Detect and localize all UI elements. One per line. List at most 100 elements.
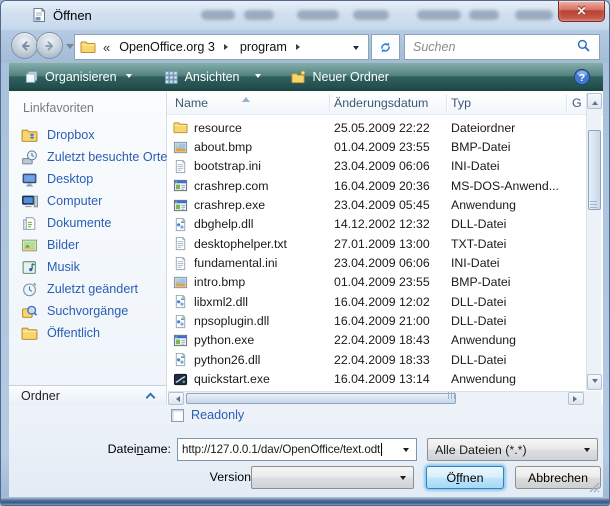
- window-bottom-edge: [1, 497, 609, 506]
- column-header-date[interactable]: Änderungsdatum: [334, 96, 428, 110]
- folder-icon: [80, 39, 96, 55]
- column-divider[interactable]: [566, 95, 567, 112]
- folders-toggle[interactable]: Ordner: [9, 385, 166, 405]
- scroll-right-button[interactable]: [568, 392, 584, 405]
- triangle-right-icon: [573, 396, 580, 402]
- file-date: 23.04.2009 06:06: [334, 256, 451, 270]
- triangle-down-icon: [592, 379, 598, 386]
- back-button[interactable]: [11, 32, 38, 59]
- file-date: 23.04.2009 06:06: [334, 159, 451, 173]
- column-divider[interactable]: [329, 95, 330, 112]
- file-row[interactable]: intro.bmp 01.04.2009 23:55 BMP-Datei: [167, 273, 586, 292]
- filename-dropdown-icon[interactable]: [403, 448, 409, 455]
- breadcrumb-separator-icon[interactable]: [224, 44, 231, 50]
- file-name: about.bmp: [194, 140, 334, 154]
- file-row[interactable]: crashrep.exe 23.04.2009 05:45 Anwendung: [167, 195, 586, 214]
- horizontal-scroll-thumb[interactable]: [186, 393, 456, 404]
- sidebar-item[interactable]: Dropbox: [9, 124, 166, 146]
- search-icon[interactable]: [576, 38, 591, 56]
- file-row[interactable]: desktophelper.txt 27.01.2009 13:00 TXT-D…: [167, 234, 586, 253]
- thumb-grip: [590, 204, 597, 205]
- column-header-name[interactable]: Name: [175, 96, 208, 110]
- scroll-left-button[interactable]: [168, 392, 184, 405]
- arrow-right-icon: [43, 39, 57, 53]
- sidebar-item[interactable]: Zuletzt geändert: [9, 278, 166, 300]
- thumb-grip: [451, 392, 452, 399]
- search-input[interactable]: Suchen: [404, 34, 600, 60]
- column-header-type[interactable]: Typ: [451, 96, 471, 110]
- readonly-checkbox[interactable]: [171, 409, 184, 422]
- file-row[interactable]: fundamental.ini 23.04.2009 06:06 INI-Dat…: [167, 253, 586, 272]
- file-row[interactable]: bootstrap.ini 23.04.2009 06:06 INI-Datei: [167, 157, 586, 176]
- file-type: DLL-Datei: [451, 217, 586, 231]
- file-row[interactable]: about.bmp 01.04.2009 23:55 BMP-Datei: [167, 137, 586, 156]
- vertical-scroll-thumb[interactable]: [588, 130, 601, 210]
- resize-grip[interactable]: [589, 482, 600, 493]
- sidebar-item[interactable]: Computer: [9, 190, 166, 212]
- file-row[interactable]: npsoplugin.dll 16.04.2009 21:00 DLL-Date…: [167, 311, 586, 330]
- recently-changed-icon: [21, 281, 38, 298]
- version-select[interactable]: [251, 466, 414, 489]
- filename-input[interactable]: http://127.0.0.1/dav/OpenOffice/text.odt: [177, 438, 417, 461]
- views-button[interactable]: Ansichten: [155, 63, 271, 91]
- sidebar-item[interactable]: Zuletzt besuchte Orte: [9, 146, 166, 168]
- new-folder-button[interactable]: Neuer Ordner: [282, 63, 397, 91]
- breadcrumb-separator-icon[interactable]: [296, 44, 303, 50]
- triangle-up-icon: [592, 98, 598, 105]
- file-date: 01.04.2009 23:55: [334, 140, 451, 154]
- address-dropdown-icon[interactable]: [353, 46, 359, 53]
- help-icon: ?: [573, 68, 591, 86]
- version-label: Version: [151, 470, 251, 484]
- dll-file-icon: [173, 314, 188, 329]
- file-row[interactable]: python.exe 22.04.2009 18:43 Anwendung: [167, 331, 586, 350]
- breadcrumb-overflow-chevrons[interactable]: «: [103, 40, 110, 55]
- column-divider[interactable]: [446, 95, 447, 112]
- recent-pages-dropdown-icon[interactable]: [66, 44, 74, 53]
- filetype-select[interactable]: Alle Dateien (*.*): [427, 438, 598, 461]
- application-icon: [173, 178, 188, 193]
- sidebar-item[interactable]: Desktop: [9, 168, 166, 190]
- organize-button[interactable]: Organisieren: [15, 63, 141, 91]
- sidebar-item[interactable]: Dokumente: [9, 212, 166, 234]
- breadcrumb[interactable]: « OpenOffice.org 3 program: [74, 34, 369, 60]
- file-type: TXT-Datei: [451, 237, 586, 251]
- sidebar-item[interactable]: Suchvorgänge: [9, 300, 166, 322]
- readonly-label[interactable]: Readonly: [191, 408, 244, 422]
- background-menu-blur: [244, 10, 274, 20]
- folder-icon: [173, 120, 188, 135]
- breadcrumb-item[interactable]: OpenOffice.org 3: [119, 40, 215, 54]
- scroll-up-button[interactable]: [587, 93, 602, 109]
- file-row[interactable]: libxml2.dll 16.04.2009 12:02 DLL-Datei: [167, 292, 586, 311]
- background-menu-blur: [297, 10, 339, 20]
- new-folder-icon: [291, 70, 306, 85]
- file-name: quickstart.exe: [194, 372, 334, 386]
- toolbar: Organisieren Ansichten Neuer Ordner ?: [9, 62, 603, 91]
- sidebar-item[interactable]: Öffentlich: [9, 322, 166, 344]
- file-date: 23.04.2009 05:45: [334, 198, 451, 212]
- file-row[interactable]: quickstart.exe 16.04.2009 13:14 Anwendun…: [167, 369, 586, 388]
- file-rows: resource 25.05.2009 22:22 Dateiordner ab…: [167, 115, 586, 389]
- triangle-left-icon: [173, 396, 180, 402]
- file-row[interactable]: resource 25.05.2009 22:22 Dateiordner: [167, 118, 586, 137]
- scroll-down-button[interactable]: [587, 374, 602, 390]
- help-button[interactable]: ?: [573, 68, 591, 86]
- sidebar-item[interactable]: Bilder: [9, 234, 166, 256]
- footer: Readonly Dateiname: http://127.0.0.1/dav…: [9, 405, 603, 497]
- vertical-scrollbar[interactable]: [586, 93, 601, 390]
- refresh-button[interactable]: [371, 34, 400, 60]
- sidebar-item[interactable]: Musik: [9, 256, 166, 278]
- sidebar-item-label: Dropbox: [47, 128, 95, 142]
- sort-ascending-icon: [242, 93, 250, 102]
- titlebar[interactable]: Öffnen: [1, 1, 609, 30]
- file-row[interactable]: dbghelp.dll 14.12.2002 12:32 DLL-Datei: [167, 215, 586, 234]
- horizontal-scrollbar[interactable]: [168, 391, 584, 405]
- column-header-size[interactable]: G: [572, 96, 582, 110]
- breadcrumb-item[interactable]: program: [240, 40, 287, 54]
- open-button[interactable]: Öffnen: [426, 466, 504, 489]
- filename-value: http://127.0.0.1/dav/OpenOffice/text.odt: [182, 443, 380, 456]
- close-button[interactable]: ✕: [558, 1, 605, 22]
- file-row[interactable]: python26.dll 22.04.2009 18:33 DLL-Datei: [167, 350, 586, 369]
- file-row[interactable]: crashrep.com 16.04.2009 20:36 MS-DOS-Anw…: [167, 176, 586, 195]
- image-file-icon: [173, 275, 188, 290]
- forward-button[interactable]: [36, 32, 63, 59]
